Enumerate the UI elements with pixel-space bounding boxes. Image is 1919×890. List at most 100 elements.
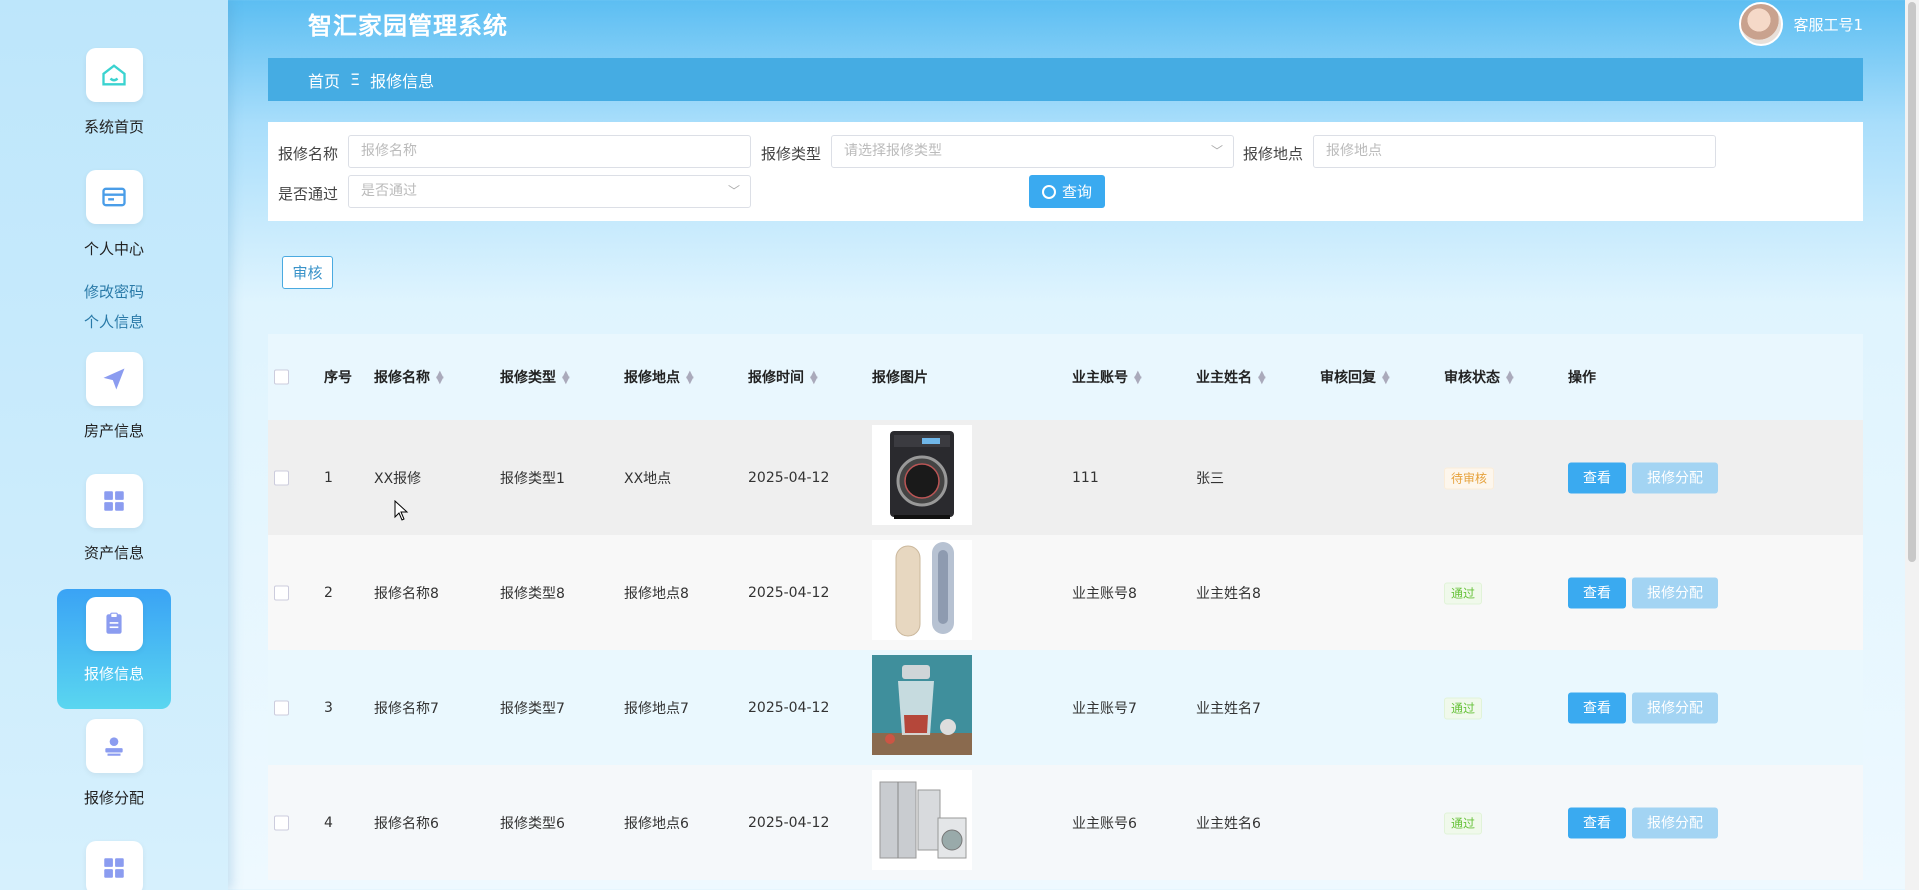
sort-icon[interactable]: ▲ ▼ — [1506, 370, 1514, 386]
cell-index: 2 — [324, 584, 333, 601]
sort-icon[interactable]: ▲ ▼ — [686, 370, 694, 386]
grid-icon — [85, 474, 143, 528]
table-row[interactable]: 1 XX报修 报修类型1 XX地点 2025-04-12 111 张三 待审核 … — [268, 420, 1863, 535]
query-button-label: 查询 — [1061, 183, 1092, 201]
assign-button[interactable]: 报修分配 — [1632, 577, 1718, 608]
search-pass-select[interactable]: 是否通过 ﹀ — [348, 175, 751, 208]
search-name-input[interactable]: 报修名称 — [348, 135, 751, 168]
wallet-icon — [85, 170, 143, 224]
breadcrumb-home[interactable]: 首页 — [308, 68, 340, 92]
sidebar-item-property[interactable]: 房产信息 — [57, 352, 171, 441]
table-row[interactable]: 3 报修名称7 报修类型7 报修地点7 2025-04-12 业主账号7 业主姓… — [268, 650, 1863, 765]
cell-index: 1 — [324, 469, 333, 486]
cell-type: 报修类型1 — [500, 470, 565, 487]
sidebar-item-personal[interactable]: 个人中心 — [57, 170, 171, 259]
col-index: 序号 — [324, 370, 352, 386]
audit-button[interactable]: 审核 — [282, 256, 333, 289]
row-checkbox[interactable] — [274, 470, 289, 485]
search-type-select[interactable]: 请选择报修类型 ﹀ — [831, 135, 1234, 168]
col-image: 报修图片 — [872, 370, 928, 386]
breadcrumb: 首页 Ξ 报修信息 — [268, 58, 1863, 101]
sidebar-item-repair-info[interactable]: 报修信息 — [57, 589, 171, 709]
sidebar: 系统首页 个人中心 修改密码 个人信息 房产信息 资产信息 报修信息 报修分配 — [0, 0, 228, 890]
view-button[interactable]: 查看 — [1568, 462, 1626, 493]
sidebar-item-label: 报修信息 — [83, 665, 144, 683]
cell-name: 报修名称6 — [374, 815, 439, 832]
cell-time: 2025-04-12 — [748, 469, 830, 486]
cell-status: 通过 — [1444, 582, 1483, 604]
sort-icon[interactable]: ▲ ▼ — [562, 370, 570, 386]
query-button[interactable]: 查询 — [1029, 175, 1105, 208]
col-name[interactable]: 报修名称 ▲ ▼ — [374, 367, 444, 387]
avatar — [1739, 2, 1784, 46]
col-type[interactable]: 报修类型 ▲ ▼ — [500, 367, 570, 387]
assign-button[interactable]: 报修分配 — [1632, 692, 1718, 723]
repair-image-appliances[interactable] — [872, 770, 972, 870]
col-location[interactable]: 报修地点 ▲ ▼ — [624, 367, 694, 387]
assign-button[interactable]: 报修分配 — [1632, 462, 1718, 493]
table-header: 序号 报修名称 ▲ ▼ 报修类型 ▲ ▼ 报修地点 ▲ ▼ 报修时间 ▲ ▼ 报修图片 业主账号… — [268, 334, 1863, 420]
repair-image-food-processor[interactable] — [872, 655, 972, 755]
assign-button[interactable]: 报修分配 — [1632, 807, 1718, 838]
cell-owner: 张三 — [1196, 470, 1224, 487]
select-all-checkbox[interactable] — [274, 369, 289, 385]
cell-account: 业主账号6 — [1072, 815, 1137, 832]
table-row[interactable]: 2 报修名称8 报修类型8 报修地点8 2025-04-12 业主账号8 业主姓… — [268, 535, 1863, 650]
row-checkbox[interactable] — [274, 815, 289, 830]
sidebar-item-assets[interactable]: 资产信息 — [57, 474, 171, 563]
page-scrollbar[interactable] — [1905, 0, 1919, 890]
col-account[interactable]: 业主账号 ▲ ▼ — [1072, 367, 1142, 387]
cell-location: XX地点 — [624, 470, 672, 487]
sidebar-item-label: 系统首页 — [83, 118, 144, 136]
user-icon — [85, 719, 143, 773]
status-badge: 通过 — [1444, 812, 1483, 834]
repair-image-air-conditioner[interactable] — [872, 540, 972, 640]
cell-type: 报修类型7 — [500, 700, 565, 717]
search-location-input[interactable]: 报修地点 — [1313, 135, 1716, 168]
cell-index: 4 — [324, 814, 333, 831]
col-reply-label: 审核回复 — [1320, 370, 1376, 386]
sort-icon[interactable]: ▲ ▼ — [810, 370, 818, 386]
col-reply[interactable]: 审核回复 ▲ ▼ — [1320, 367, 1390, 387]
row-checkbox[interactable] — [274, 585, 289, 600]
sidebar-item-home[interactable]: 系统首页 — [57, 48, 171, 137]
view-button[interactable]: 查看 — [1568, 807, 1626, 838]
col-time[interactable]: 报修时间 ▲ ▼ — [748, 367, 818, 387]
sidebar-sublink-personal-info[interactable]: 个人信息 — [0, 311, 228, 332]
app-title: 智汇家园管理系统 — [308, 12, 508, 40]
sort-icon[interactable]: ▲ ▼ — [1382, 370, 1390, 386]
send-icon — [85, 352, 143, 406]
row-checkbox[interactable] — [274, 700, 289, 715]
col-type-label: 报修类型 — [500, 370, 556, 386]
cell-status: 通过 — [1444, 697, 1483, 719]
sort-icon[interactable]: ▲ ▼ — [1258, 370, 1266, 386]
sidebar-item-more[interactable] — [57, 841, 171, 890]
repair-table: 序号 报修名称 ▲ ▼ 报修类型 ▲ ▼ 报修地点 ▲ ▼ 报修时间 ▲ ▼ 报修图片 业主账号… — [268, 334, 1863, 880]
col-status[interactable]: 审核状态 ▲ ▼ — [1444, 367, 1514, 387]
cell-location: 报修地点8 — [624, 585, 689, 602]
sort-icon[interactable]: ▲ ▼ — [436, 370, 444, 386]
cell-name: XX报修 — [374, 470, 422, 487]
col-owner-label: 业主姓名 — [1196, 370, 1252, 386]
user-menu[interactable]: 客服工号1 — [1739, 2, 1863, 46]
col-owner[interactable]: 业主姓名 ▲ ▼ — [1196, 367, 1266, 387]
grid-icon — [85, 841, 143, 890]
table-row[interactable]: 4 报修名称6 报修类型6 报修地点6 2025-04-12 业主账号6 业主姓… — [268, 765, 1863, 880]
repair-image-washing-machine[interactable] — [872, 425, 972, 525]
col-status-label: 审核状态 — [1444, 370, 1500, 386]
mouse-cursor-icon — [394, 500, 409, 521]
sidebar-item-label: 房产信息 — [83, 422, 144, 440]
sidebar-item-repair-assign[interactable]: 报修分配 — [57, 719, 171, 808]
sort-icon[interactable]: ▲ ▼ — [1134, 370, 1142, 386]
sidebar-sublink-change-password[interactable]: 修改密码 — [0, 281, 228, 302]
view-button[interactable]: 查看 — [1568, 577, 1626, 608]
status-badge: 待审核 — [1444, 467, 1495, 489]
status-badge: 通过 — [1444, 697, 1483, 719]
search-name-label: 报修名称 — [278, 145, 339, 163]
view-button[interactable]: 查看 — [1568, 692, 1626, 723]
search-pass-label: 是否通过 — [278, 185, 339, 203]
scrollbar-thumb[interactable] — [1908, 2, 1916, 562]
search-panel: 报修名称 报修名称 报修类型 请选择报修类型 ﹀ 报修地点 报修地点 是否通过 … — [268, 122, 1863, 221]
status-badge: 通过 — [1444, 582, 1483, 604]
search-type-label: 报修类型 — [761, 145, 822, 163]
